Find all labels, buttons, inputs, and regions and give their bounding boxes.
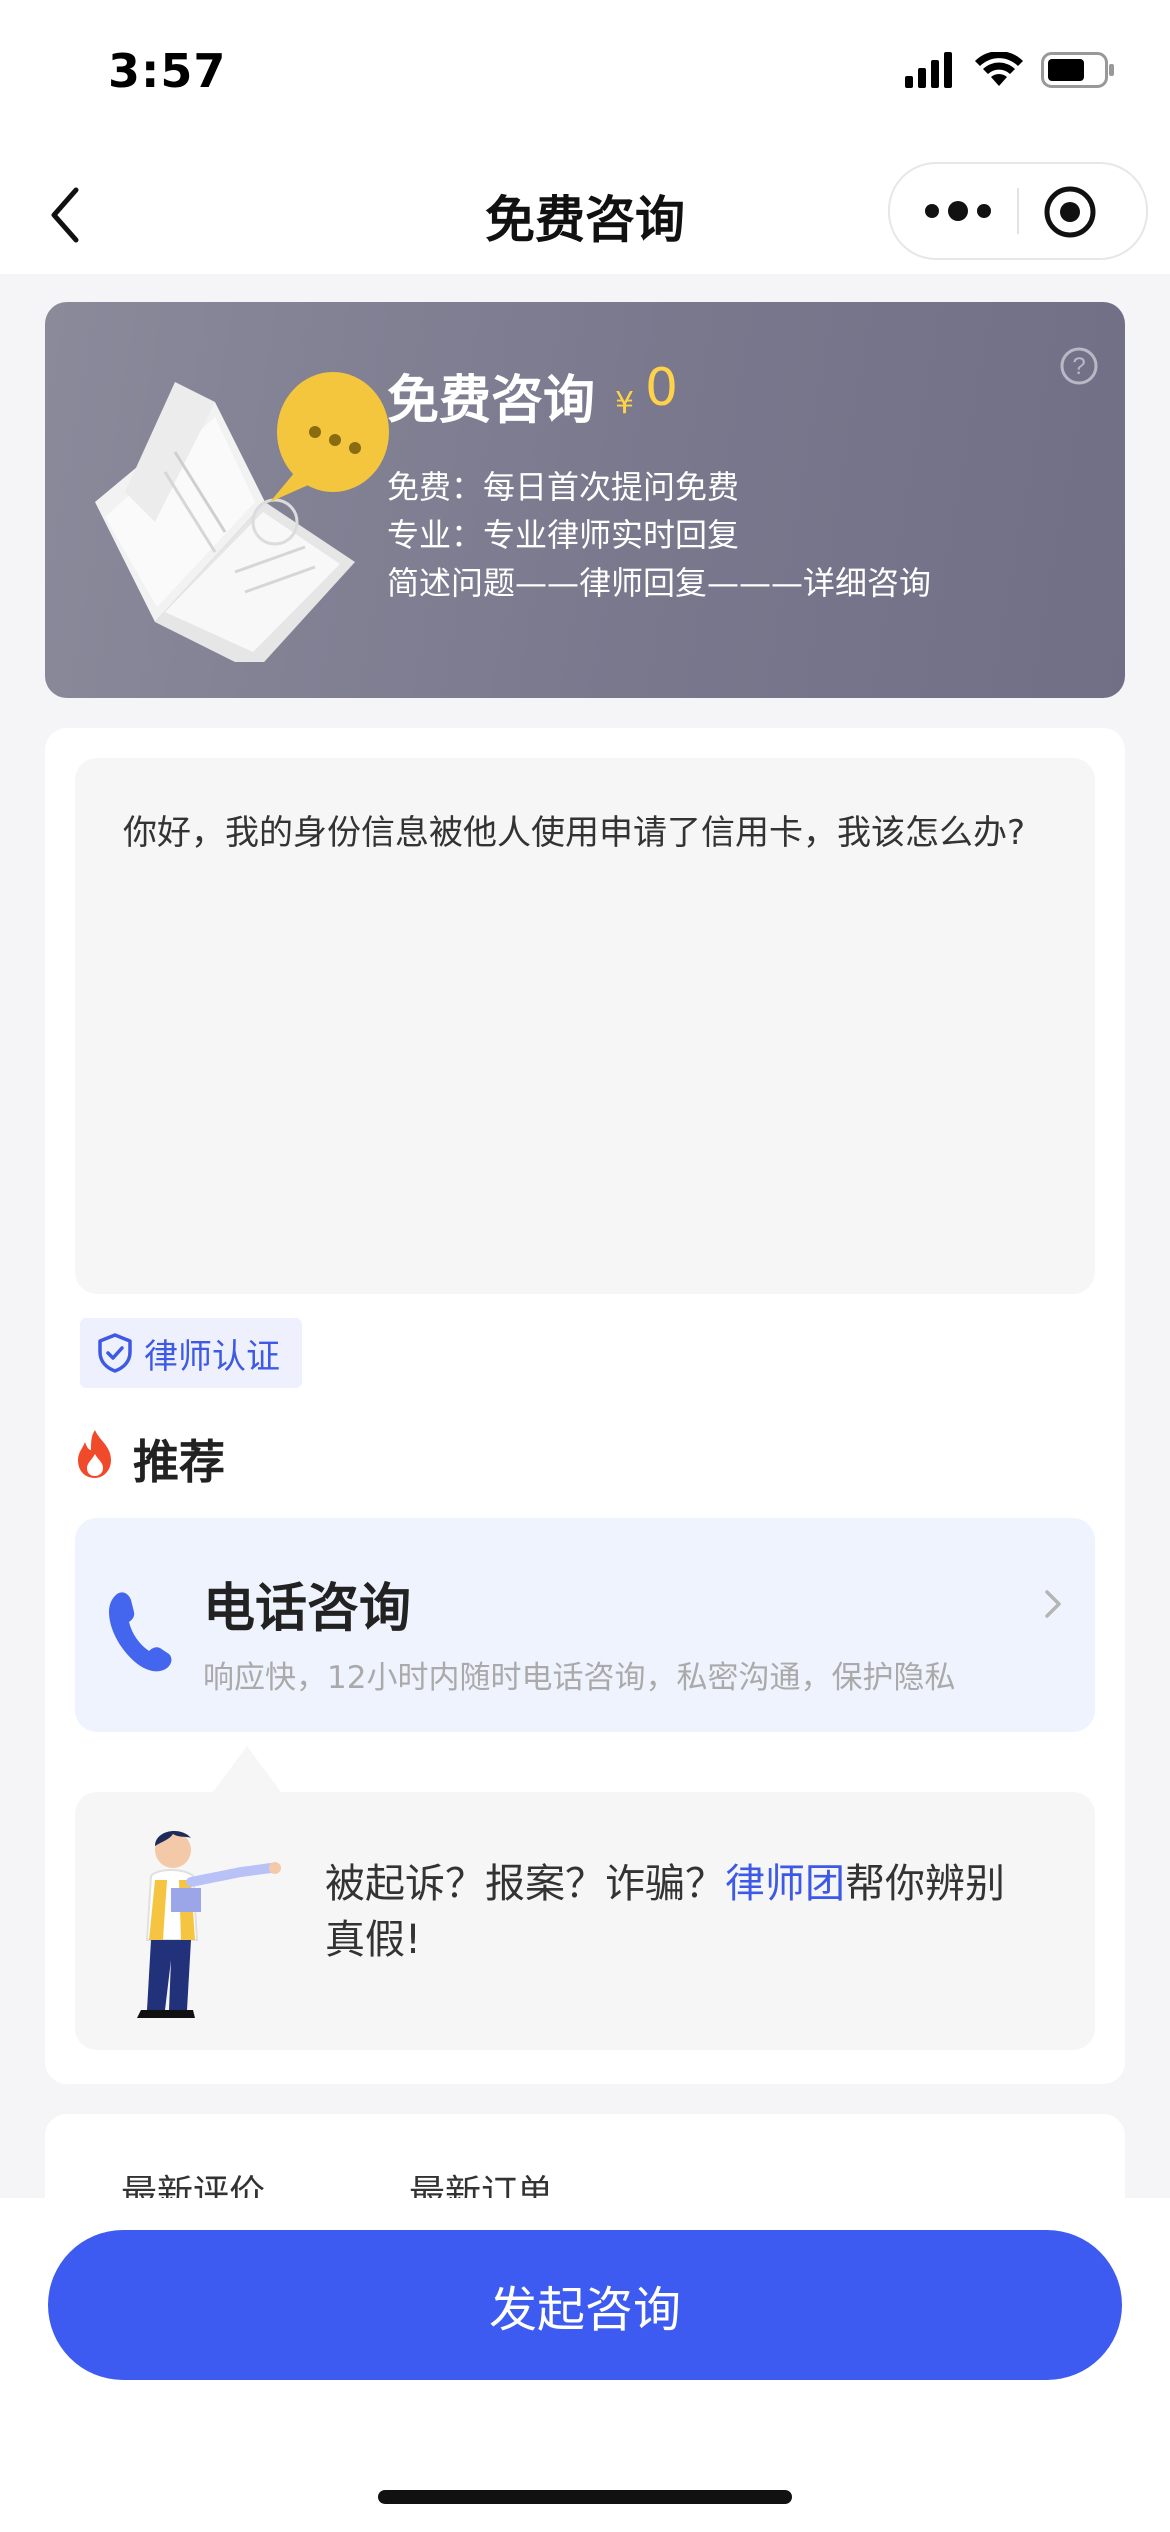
tip-pointer bbox=[213, 1746, 281, 1792]
feature-free: 免费：每日首次提问免费 bbox=[387, 468, 740, 506]
more-icon[interactable] bbox=[918, 186, 998, 236]
svg-text:?: ? bbox=[1072, 353, 1085, 380]
capsule-divider bbox=[1017, 188, 1019, 234]
mini-program-capsule bbox=[888, 162, 1148, 260]
phone-consult-card[interactable]: 电话咨询 响应快，12小时内随时电话咨询，私密沟通，保护隐私 bbox=[75, 1518, 1095, 1732]
status-bar: 3:57 bbox=[0, 0, 1170, 150]
help-icon[interactable]: ? bbox=[1059, 346, 1099, 386]
phone-consult-title: 电话咨询 bbox=[203, 1579, 412, 1639]
badge-label: 律师认证 bbox=[144, 1336, 280, 1377]
battery-icon bbox=[1041, 52, 1114, 88]
tip-text-part1: 被起诉？报案？诈骗？ bbox=[325, 1861, 725, 1907]
consult-card: 你好，我的身份信息被他人使用申请了信用卡，我该怎么办? 律师认证 推荐 电话咨询… bbox=[45, 728, 1125, 2084]
chevron-right-icon bbox=[1045, 1590, 1061, 1618]
home-indicator bbox=[378, 2490, 792, 2504]
start-consult-button[interactable]: 发起咨询 bbox=[48, 2230, 1122, 2380]
cellular-signal-icon bbox=[905, 52, 952, 88]
fire-icon bbox=[78, 1430, 111, 1478]
question-text: 你好，我的身份信息被他人使用申请了信用卡，我该怎么办? bbox=[123, 813, 1026, 853]
shield-check-icon bbox=[98, 1333, 132, 1373]
lawyer-team-tip-text: 被起诉？报案？诈骗？律师团帮你辨别真假! bbox=[325, 1856, 1025, 1968]
question-input[interactable]: 你好，我的身份信息被他人使用申请了信用卡，我该怎么办? bbox=[75, 758, 1095, 1294]
status-icons bbox=[905, 52, 1115, 88]
price-currency: ¥ bbox=[615, 386, 635, 421]
lawyer-team-tip: 被起诉？报案？诈骗？律师团帮你辨别真假! bbox=[75, 1792, 1095, 2050]
price-value: 0 bbox=[645, 358, 679, 418]
book-chat-illustration bbox=[95, 372, 389, 662]
wifi-icon bbox=[975, 52, 1023, 86]
tip-text-highlight[interactable]: 律师团 bbox=[725, 1861, 845, 1907]
free-consult-banner: 免费咨询 ¥ 0 ? 免费：每日首次提问免费 专业：专业律师实时回复 简述问题—… bbox=[45, 302, 1125, 698]
nav-bar: 免费咨询 bbox=[0, 150, 1170, 274]
status-time: 3:57 bbox=[108, 44, 227, 98]
close-miniprogram-icon[interactable] bbox=[1040, 184, 1100, 240]
recommend-title: 推荐 bbox=[133, 1435, 225, 1489]
feature-professional: 专业：专业律师实时回复 bbox=[387, 516, 740, 554]
feature-process: 简述问题——律师回复———详细咨询 bbox=[387, 564, 932, 602]
phone-icon bbox=[109, 1592, 172, 1672]
phone-consult-desc: 响应快，12小时内随时电话咨询，私密沟通，保护隐私 bbox=[203, 1660, 956, 1696]
banner-title: 免费咨询 bbox=[387, 371, 596, 431]
footer-bar: 发起咨询 bbox=[0, 2198, 1170, 2532]
lawyer-pointing-illustration bbox=[137, 1831, 281, 2018]
lawyer-certified-badge: 律师认证 bbox=[80, 1318, 302, 1388]
